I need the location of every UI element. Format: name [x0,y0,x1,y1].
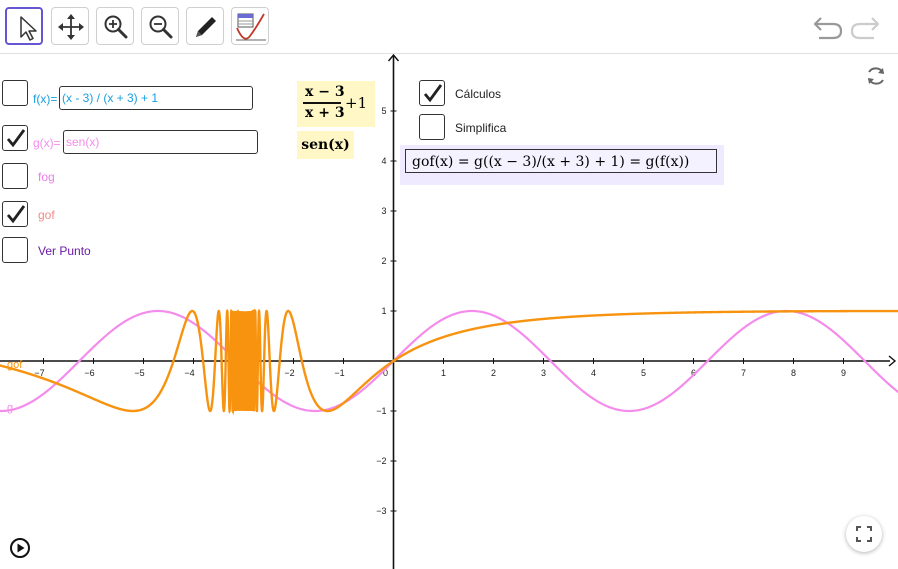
pen-button[interactable] [186,7,224,45]
gof-checkbox[interactable] [2,201,28,227]
y-tick-label: 5 [381,106,386,116]
move-tool-button[interactable] [5,7,43,45]
calculos-label: Cálculos [455,87,502,101]
y-tick-label: −3 [376,506,386,516]
x-tick-label: 3 [541,368,546,378]
fog-label: fog [38,170,55,184]
arrow-cursor-icon [20,16,37,41]
zoom-out-button[interactable] [141,7,179,45]
calculos-checkbox[interactable] [419,80,445,106]
gof-label: gof [38,208,55,222]
f-denominator: x + 3 [305,105,345,121]
play-icon[interactable] [9,537,31,559]
x-tick-label: 9 [841,368,846,378]
y-tick-label: −1 [376,406,386,416]
gof-curve-label: gof [7,359,23,371]
x-tick-label: 1 [441,368,446,378]
fog-checkbox[interactable] [2,163,28,189]
x-tick-label: 7 [741,368,746,378]
fraction-bar [303,102,341,104]
y-tick-label: 1 [381,306,386,316]
refresh-icon[interactable] [864,64,888,88]
fullscreen-button[interactable] [846,516,882,552]
x-tick-label: −1 [334,368,344,378]
four-arrows-icon [58,14,84,40]
x-tick-label: 5 [641,368,646,378]
verpunto-label: Ver Punto [38,244,91,258]
undo-icon[interactable] [811,12,845,42]
fullscreen-icon [856,526,872,542]
graphics-view[interactable]: −7 −6 −5 −4 −3 −2 −1 0 1 2 3 4 5 6 7 8 9 5 4 3 2 1 −1 −2 −3 gof g … [0,54,898,569]
function-inspector-icon [236,13,266,41]
g-latex-text: sen(x) [297,131,354,159]
g-input-field[interactable]: sen(x) [63,130,258,154]
verpunto-checkbox[interactable] [2,237,28,263]
zoom-in-icon [104,15,128,39]
function-inspector-button[interactable] [231,7,269,45]
f-checkbox[interactable] [2,80,28,106]
x-tick-label: −6 [84,368,94,378]
y-tick-label: 2 [381,256,386,266]
simplifica-checkbox[interactable] [419,114,445,140]
toolbar [0,0,898,54]
calc-expression: gof(x) = g((x − 3)/(x + 3) + 1) = g(f(x)… [405,149,717,173]
zoom-out-icon [149,15,173,39]
checkmark-icon [6,129,26,148]
g-curve-label: g [7,402,13,414]
x-tick-label: 4 [591,368,596,378]
y-tick-label: −2 [376,456,386,466]
f-plus-one: +1 [345,94,368,112]
calc-panel: gof(x) = g((x − 3)/(x + 3) + 1) = g(f(x)… [400,145,724,185]
f-input-label: f(x)= [33,92,58,106]
zoom-in-button[interactable] [96,7,134,45]
y-tick-label: 3 [381,206,386,216]
f-numerator: x − 3 [305,84,345,100]
y-tick-label: 4 [381,156,386,166]
x-tick-label: −4 [184,368,194,378]
checkmark-icon [423,84,443,103]
f-latex-text: x − 3 x + 3 +1 [297,81,375,127]
simplifica-label: Simplifica [455,121,507,135]
g-checkbox[interactable] [2,125,28,151]
g-input-label: g(x)= [33,136,61,150]
f-input-field[interactable]: (x - 3) / (x + 3) + 1 [59,86,253,110]
x-tick-label: 8 [791,368,796,378]
move-graphics-view-button[interactable] [51,7,89,45]
checkmark-icon [6,205,26,224]
pencil-icon [196,17,216,37]
x-tick-label: −5 [134,368,144,378]
x-tick-label: 2 [491,368,496,378]
redo-icon[interactable] [848,12,882,42]
x-tick-label: −2 [284,368,294,378]
